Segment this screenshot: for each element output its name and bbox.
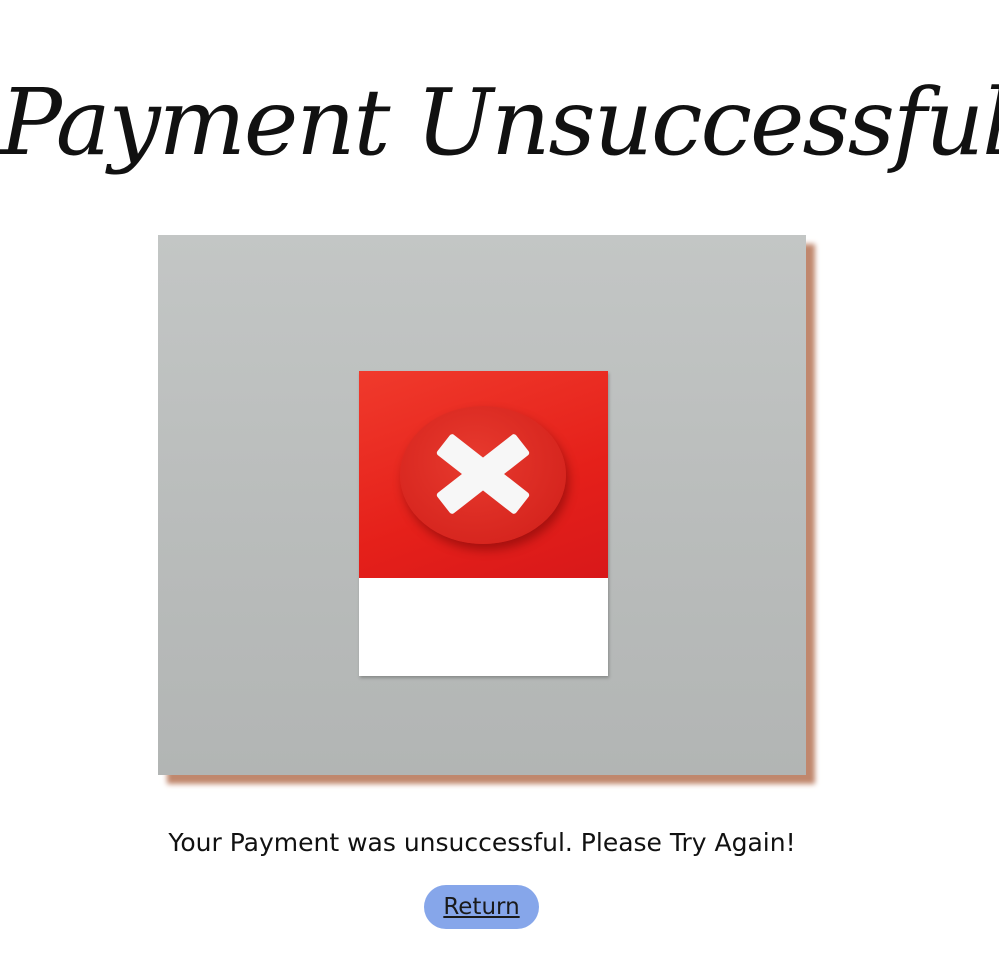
page-title: Payment Unsuccessful <box>0 69 999 176</box>
payment-failed-image <box>158 235 806 775</box>
paper-card <box>359 371 608 676</box>
error-message: Your Payment was unsuccessful. Please Tr… <box>168 828 796 857</box>
return-button[interactable]: Return <box>424 885 539 929</box>
error-badge <box>400 406 566 544</box>
x-mark-icon <box>436 434 530 514</box>
